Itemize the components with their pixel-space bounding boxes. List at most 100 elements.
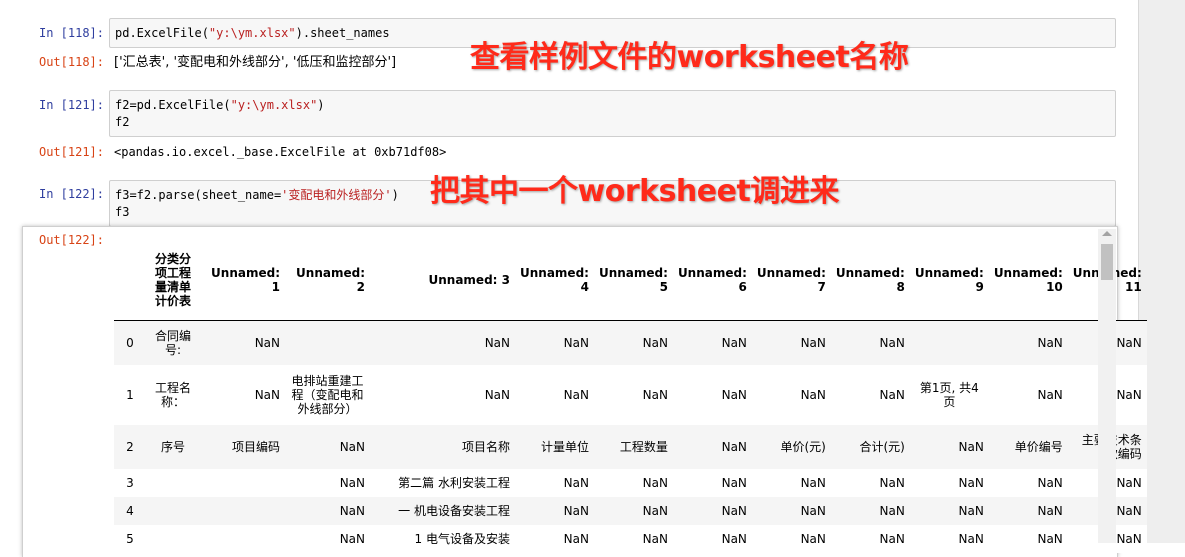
- table-cell: 工程名称：: [154, 381, 191, 409]
- table-cell: NaN: [254, 336, 280, 350]
- code-text: f2=pd.ExcelFile(: [115, 98, 231, 112]
- table-cell: NaN: [800, 476, 826, 490]
- table-cell: 第二篇 水利安装工程: [398, 476, 510, 490]
- row-index: 0: [126, 336, 134, 350]
- table-cell: NaN: [879, 532, 905, 546]
- column-header: Unnamed: 8: [830, 240, 910, 321]
- table-cell: 1 电气设备及安装: [414, 532, 510, 546]
- in-prompt-121: In [121]:: [38, 98, 104, 112]
- dataframe-header-row: 分类分项工程量清单计价表 Unnamed: 1 Unnamed: 2 Unnam…: [114, 240, 1147, 321]
- table-cell: NaN: [879, 336, 905, 350]
- table-cell: 计量单位: [540, 440, 589, 454]
- row-index: 1: [126, 388, 134, 402]
- code-text: f3: [115, 205, 130, 219]
- column-header: Unnamed: 10: [988, 240, 1068, 321]
- table-cell: NaN: [958, 476, 984, 490]
- table-row: 1 工程名称： NaN 电排站重建工程（变配电和外线部分） NaN NaN Na…: [114, 365, 1147, 425]
- table-cell: NaN: [721, 532, 747, 546]
- code-text: pd.ExcelFile(: [115, 26, 209, 40]
- table-cell: NaN: [721, 336, 747, 350]
- table-cell: NaN: [721, 440, 747, 454]
- table-cell: NaN: [721, 504, 747, 518]
- table-cell: NaN: [642, 504, 668, 518]
- row-index: 3: [126, 476, 134, 490]
- in-prompt-118: In [118]:: [38, 26, 104, 40]
- table-cell: NaN: [1037, 504, 1063, 518]
- table-row: 5 NaN 1 电气设备及安装 NaN NaN NaN NaN NaN NaN …: [114, 525, 1147, 553]
- index-header: [114, 240, 146, 321]
- out-prompt-121: Out[121]:: [38, 145, 104, 159]
- table-cell: NaN: [800, 504, 826, 518]
- row-index: 4: [126, 504, 134, 518]
- column-header: Unnamed: 2: [285, 240, 370, 321]
- table-cell: 单价编号: [1014, 440, 1063, 454]
- table-row: 3 NaN 第二篇 水利安装工程 NaN NaN NaN NaN NaN NaN…: [114, 469, 1147, 497]
- table-cell: 第1页, 共4页: [919, 381, 979, 409]
- table-cell: NaN: [1037, 388, 1063, 402]
- code-text: ): [391, 188, 399, 202]
- table-cell: NaN: [800, 532, 826, 546]
- code-text: f3=f2.parse(sheet_name=: [115, 188, 282, 202]
- scroll-up-arrow-icon[interactable]: [1102, 231, 1112, 236]
- table-cell: 项目名称: [461, 440, 510, 454]
- table-cell: [146, 497, 200, 525]
- table-cell: [200, 525, 285, 553]
- out-prompt-118: Out[118]:: [38, 55, 104, 69]
- table-cell: NaN: [1037, 336, 1063, 350]
- in-prompt-122: In [122]:: [38, 187, 104, 201]
- table-cell: NaN: [1037, 532, 1063, 546]
- column-header: Unnamed: 5: [593, 240, 673, 321]
- table-cell: NaN: [563, 504, 589, 518]
- table-cell: 合计(元): [859, 440, 905, 454]
- table-cell: 项目编码: [231, 440, 280, 454]
- table-cell: NaN: [563, 476, 589, 490]
- annotation-load-worksheet: 把其中一个worksheet调进来: [430, 174, 839, 209]
- code-string: '变配电和外线部分': [281, 188, 392, 202]
- table-cell: NaN: [642, 336, 668, 350]
- table-cell: NaN: [642, 532, 668, 546]
- table-cell: NaN: [339, 532, 365, 546]
- code-text: ).sheet_names: [295, 26, 390, 40]
- table-cell: NaN: [958, 532, 984, 546]
- table-row: 2 序号 项目编码 NaN 项目名称 计量单位 工程数量 NaN 单价(元) 合…: [114, 425, 1147, 469]
- table-cell: NaN: [879, 504, 905, 518]
- table-cell: NaN: [254, 388, 280, 402]
- code-string: "y:\ym.xlsx": [230, 98, 318, 112]
- table-cell: NaN: [879, 476, 905, 490]
- table-row: 0 合同编号: NaN NaN NaN NaN NaN NaN NaN NaN …: [114, 320, 1147, 366]
- column-header: 分类分项工程量清单计价表: [146, 240, 200, 321]
- table-cell: [285, 321, 370, 366]
- table-cell: 合同编号:: [154, 329, 191, 357]
- table-cell: [146, 469, 200, 497]
- table-cell: NaN: [563, 336, 589, 350]
- scroll-thumb[interactable]: [1101, 244, 1113, 280]
- dataframe-scrollbar[interactable]: [1098, 229, 1116, 543]
- table-cell: 电排站重建工程（变配电和外线部分）: [291, 374, 364, 416]
- table-cell: 工程数量: [619, 440, 668, 454]
- table-cell: [200, 497, 285, 525]
- table-cell: NaN: [339, 504, 365, 518]
- table-cell: NaN: [721, 388, 747, 402]
- column-header: Unnamed: 6: [672, 240, 752, 321]
- table-row: 4 NaN 一 机电设备安装工程 NaN NaN NaN NaN NaN NaN…: [114, 497, 1147, 525]
- column-header: Unnamed: 4: [515, 240, 594, 321]
- table-cell: NaN: [484, 336, 510, 350]
- table-cell: NaN: [958, 440, 984, 454]
- code-string: "y:\ym.xlsx": [208, 26, 296, 40]
- code-input-121[interactable]: f2=pd.ExcelFile("y:\ym.xlsx") f2: [109, 90, 1116, 137]
- column-header: Unnamed: 7: [751, 240, 831, 321]
- table-cell: NaN: [800, 336, 826, 350]
- table-cell: NaN: [642, 388, 668, 402]
- table-cell: NaN: [800, 388, 826, 402]
- row-index: 2: [126, 440, 134, 454]
- table-cell: 序号: [160, 440, 185, 454]
- table-cell: NaN: [642, 476, 668, 490]
- table-cell: NaN: [339, 476, 365, 490]
- table-cell: NaN: [339, 440, 365, 454]
- table-cell: NaN: [879, 388, 905, 402]
- dataframe-table: 分类分项工程量清单计价表 Unnamed: 1 Unnamed: 2 Unnam…: [114, 240, 1147, 553]
- out-prompt-122: Out[122]:: [38, 233, 104, 247]
- table-cell: [200, 469, 285, 497]
- output-118: ['汇总表', '变配电和外线部分', '低压和监控部分']: [114, 55, 397, 70]
- row-index: 5: [126, 532, 134, 546]
